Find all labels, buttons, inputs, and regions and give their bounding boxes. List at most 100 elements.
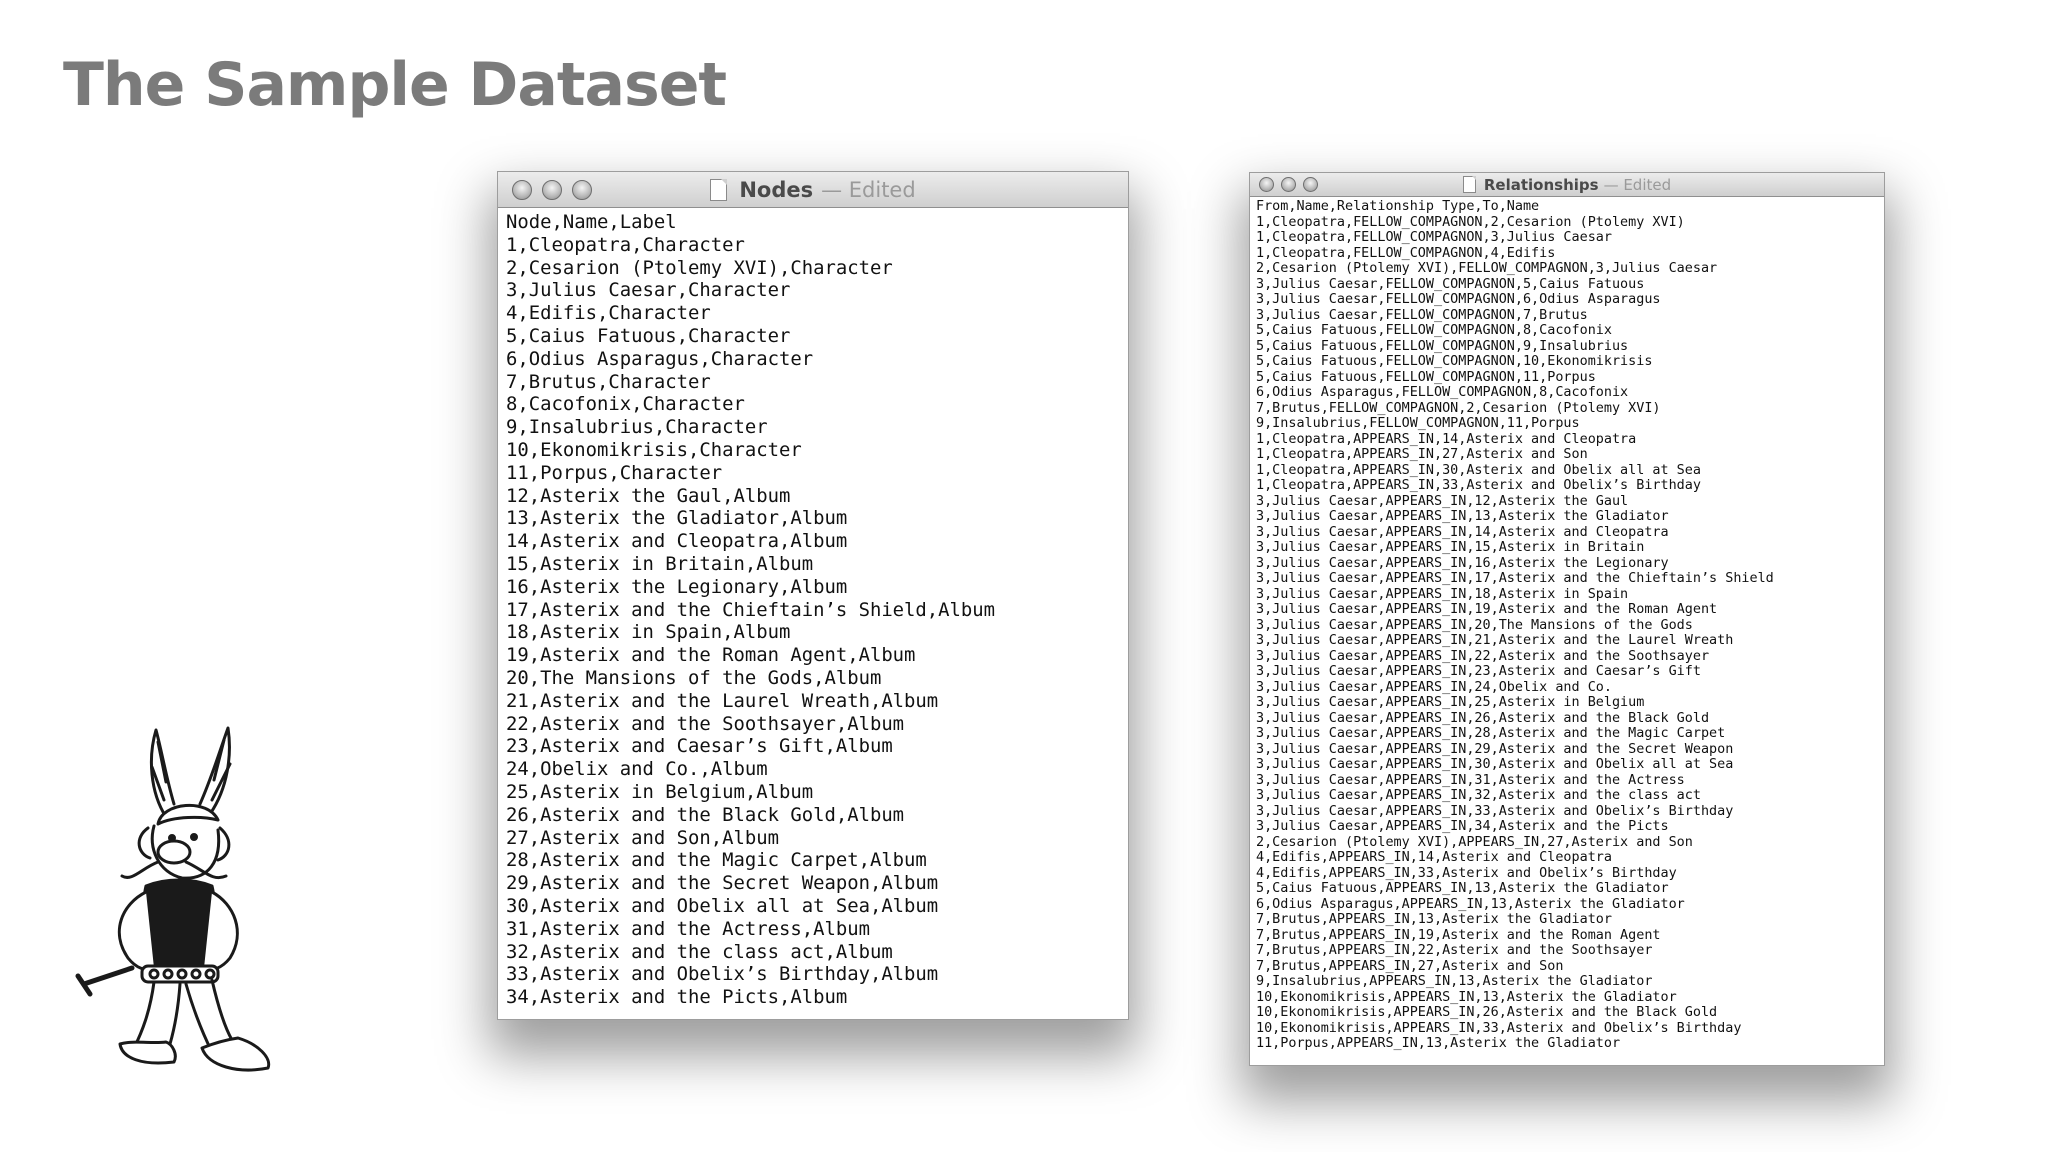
nodes-line: 33,Asterix and Obelix’s Birthday,Album	[506, 963, 939, 986]
nodes-line: 7,Brutus,Character	[506, 370, 711, 393]
nodes-line: 24,Obelix and Co.,Album	[506, 758, 768, 781]
nodes-line: 26,Asterix and the Black Gold,Album	[506, 803, 905, 826]
nodes-line: 20,The Mansions of the Gods,Album	[506, 666, 882, 689]
nodes-line: 17,Asterix and the Chieftain’s Shield,Al…	[506, 598, 996, 621]
relationships-window-titlebar[interactable]: Relationships — Edited	[1250, 173, 1884, 197]
relationships-line: From,Name,Relationship Type,To,Name	[1256, 199, 1540, 214]
relationships-line: 3,Julius Caesar,APPEARS_IN,30,Asterix an…	[1256, 757, 1734, 772]
relationships-line: 3,Julius Caesar,APPEARS_IN,33,Asterix an…	[1256, 803, 1734, 819]
relationships-window-title: Relationships — Edited	[1250, 173, 1884, 196]
relationships-line: 9,Insalubrius,FELLOW_COMPAGNON,11,Porpus	[1256, 416, 1580, 431]
relationships-line: 7,Brutus,FELLOW_COMPAGNON,2,Cesarion (Pt…	[1256, 400, 1661, 416]
nodes-line: 4,Edifis,Character	[506, 302, 711, 325]
relationships-line: 3,Julius Caesar,APPEARS_IN,13,Asterix th…	[1256, 509, 1669, 524]
relationships-line: 3,Julius Caesar,APPEARS_IN,25,Asterix in…	[1256, 695, 1645, 710]
nodes-line: 32,Asterix and the class act,Album	[506, 940, 893, 963]
relationships-line: 5,Caius Fatuous,FELLOW_COMPAGNON,9,Insal…	[1256, 338, 1629, 354]
nodes-line: 5,Caius Fatuous,Character	[506, 324, 791, 347]
relationships-line: 3,Julius Caesar,FELLOW_COMPAGNON,5,Caius…	[1256, 276, 1645, 292]
relationships-line: 1,Cleopatra,APPEARS_IN,27,Asterix and So…	[1256, 447, 1588, 462]
relationships-line: 3,Julius Caesar,APPEARS_IN,23,Asterix an…	[1256, 664, 1701, 679]
relationships-line: 3,Julius Caesar,APPEARS_IN,16,Asterix th…	[1256, 555, 1669, 571]
nodes-text-area[interactable]: Node,Name,Label 1,Cleopatra,Character 2,Ce…	[498, 208, 1128, 1018]
nodes-line: 14,Asterix and Cleopatra,Album	[506, 530, 848, 553]
nodes-line: 23,Asterix and Caesar’s Gift,Album	[506, 735, 893, 758]
relationships-line: 11,Porpus,APPEARS_IN,13,Asterix the Glad…	[1256, 1036, 1621, 1051]
relationships-line: 2,Cesarion (Ptolemy XVI),FELLOW_COMPAGNO…	[1256, 261, 1718, 276]
nodes-line: 6,Odius Asparagus,Character	[506, 347, 814, 370]
relationships-line: 2,Cesarion (Ptolemy XVI),APPEARS_IN,27,A…	[1256, 834, 1693, 850]
relationships-line: 10,Ekonomikrisis,APPEARS_IN,33,Asterix a…	[1256, 1020, 1742, 1036]
nodes-line: Node,Name,Label	[506, 211, 677, 233]
relationships-line: 3,Julius Caesar,APPEARS_IN,20,The Mansio…	[1256, 617, 1693, 633]
nodes-line: 29,Asterix and the Secret Weapon,Album	[506, 872, 939, 895]
nodes-line: 16,Asterix the Legionary,Album	[506, 575, 848, 598]
relationships-line: 3,Julius Caesar,APPEARS_IN,14,Asterix an…	[1256, 524, 1669, 540]
nodes-line: 2,Cesarion (Ptolemy XVI),Character	[506, 256, 893, 279]
nodes-line: 8,Cacofonix,Character	[506, 393, 745, 416]
relationships-line: 3,Julius Caesar,APPEARS_IN,15,Asterix in…	[1256, 540, 1645, 555]
relationships-line: 7,Brutus,APPEARS_IN,13,Asterix the Gladi…	[1256, 912, 1612, 927]
nodes-line: 13,Asterix the Gladiator,Album	[506, 507, 848, 530]
relationships-line: 5,Caius Fatuous,APPEARS_IN,13,Asterix th…	[1256, 881, 1669, 896]
relationships-line: 4,Edifis,APPEARS_IN,14,Asterix and Cleop…	[1256, 850, 1612, 865]
relationships-line: 1,Cleopatra,FELLOW_COMPAGNON,4,Edifis	[1256, 245, 1556, 261]
relationships-line: 7,Brutus,APPEARS_IN,22,Asterix and the S…	[1256, 943, 1653, 958]
relationships-line: 5,Caius Fatuous,FELLOW_COMPAGNON,8,Cacof…	[1256, 323, 1612, 338]
relationships-line: 7,Brutus,APPEARS_IN,27,Asterix and Son	[1256, 958, 1564, 974]
relationships-line: 3,Julius Caesar,APPEARS_IN,12,Asterix th…	[1256, 493, 1629, 509]
relationships-line: 3,Julius Caesar,APPEARS_IN,28,Asterix an…	[1256, 726, 1726, 741]
nodes-line: 1,Cleopatra,Character	[506, 233, 745, 256]
relationships-line: 1,Cleopatra,FELLOW_COMPAGNON,2,Cesarion …	[1256, 214, 1685, 230]
nodes-line: 25,Asterix in Belgium,Album	[506, 780, 814, 803]
nodes-line: 21,Asterix and the Laurel Wreath,Album	[506, 689, 939, 712]
relationships-text-area[interactable]: From,Name,Relationship Type,To,Name 1,Cle…	[1250, 197, 1884, 1063]
edited-status: — Edited	[821, 177, 916, 202]
nodes-line: 12,Asterix the Gaul,Album	[506, 484, 791, 507]
relationships-line: 1,Cleopatra,FELLOW_COMPAGNON,3,Julius Ca…	[1256, 230, 1612, 245]
relationships-line: 7,Brutus,APPEARS_IN,19,Asterix and the R…	[1256, 927, 1661, 943]
nodes-line: 19,Asterix and the Roman Agent,Album	[506, 644, 916, 667]
nodes-window-titlebar[interactable]: Nodes — Edited	[498, 172, 1128, 208]
relationships-line: 3,Julius Caesar,FELLOW_COMPAGNON,7,Brutu…	[1256, 307, 1588, 323]
relationships-line: 1,Cleopatra,APPEARS_IN,33,Asterix and Ob…	[1256, 478, 1701, 493]
nodes-line: 31,Asterix and the Actress,Album	[506, 917, 870, 940]
relationships-line: 10,Ekonomikrisis,APPEARS_IN,13,Asterix t…	[1256, 989, 1677, 1005]
relationships-line: 3,Julius Caesar,APPEARS_IN,18,Asterix in…	[1256, 586, 1629, 602]
relationships-text-editor-window[interactable]: Relationships — Edited From,Name,Relatio…	[1249, 172, 1885, 1066]
relationships-line: 3,Julius Caesar,APPEARS_IN,24,Obelix and…	[1256, 679, 1612, 695]
relationships-line: 3,Julius Caesar,APPEARS_IN,32,Asterix an…	[1256, 788, 1701, 803]
relationships-window-title-text: Relationships	[1483, 175, 1599, 194]
relationships-line: 1,Cleopatra,APPEARS_IN,30,Asterix and Ob…	[1256, 462, 1701, 478]
relationships-line: 3,Julius Caesar,APPEARS_IN,26,Asterix an…	[1256, 710, 1710, 726]
nodes-line: 10,Ekonomikrisis,Character	[506, 438, 802, 461]
relationships-line: 4,Edifis,APPEARS_IN,33,Asterix and Obeli…	[1256, 865, 1677, 881]
document-icon	[1462, 176, 1476, 193]
document-icon	[710, 178, 728, 201]
nodes-line: 28,Asterix and the Magic Carpet,Album	[506, 849, 927, 872]
relationships-line: 3,Julius Caesar,APPEARS_IN,22,Asterix an…	[1256, 648, 1710, 664]
relationships-line: 3,Julius Caesar,APPEARS_IN,34,Asterix an…	[1256, 819, 1669, 834]
edited-status: — Edited	[1603, 175, 1672, 194]
nodes-window-title-text: Nodes	[739, 177, 814, 202]
relationships-line: 6,Odius Asparagus,APPEARS_IN,13,Asterix …	[1256, 896, 1685, 912]
nodes-text-editor-window[interactable]: Nodes — Edited Node,Name,Label 1,Cleopatr…	[497, 171, 1129, 1020]
slide-title: The Sample Dataset	[63, 50, 727, 120]
relationships-line: 10,Ekonomikrisis,APPEARS_IN,26,Asterix a…	[1256, 1005, 1718, 1020]
relationships-line: 9,Insalubrius,APPEARS_IN,13,Asterix the …	[1256, 974, 1653, 989]
nodes-line: 30,Asterix and Obelix all at Sea,Album	[506, 894, 939, 917]
relationships-line: 3,Julius Caesar,FELLOW_COMPAGNON,6,Odius…	[1256, 292, 1661, 307]
nodes-line: 27,Asterix and Son,Album	[506, 826, 779, 849]
relationships-line: 5,Caius Fatuous,FELLOW_COMPAGNON,11,Porp…	[1256, 369, 1596, 385]
nodes-line: 9,Insalubrius,Character	[506, 416, 768, 439]
asterix-character-illustration	[75, 726, 271, 1072]
nodes-line: 15,Asterix in Britain,Album	[506, 552, 814, 575]
relationships-line: 6,Odius Asparagus,FELLOW_COMPAGNON,8,Cac…	[1256, 385, 1629, 400]
relationships-line: 3,Julius Caesar,APPEARS_IN,19,Asterix an…	[1256, 602, 1718, 617]
nodes-line: 18,Asterix in Spain,Album	[506, 621, 791, 644]
nodes-line: 11,Porpus,Character	[506, 461, 723, 484]
relationships-line: 3,Julius Caesar,APPEARS_IN,17,Asterix an…	[1256, 571, 1774, 586]
relationships-line: 1,Cleopatra,APPEARS_IN,14,Asterix and Cl…	[1256, 431, 1637, 447]
relationships-line: 3,Julius Caesar,APPEARS_IN,29,Asterix an…	[1256, 741, 1734, 757]
relationships-line: 5,Caius Fatuous,FELLOW_COMPAGNON,10,Ekon…	[1256, 354, 1653, 369]
